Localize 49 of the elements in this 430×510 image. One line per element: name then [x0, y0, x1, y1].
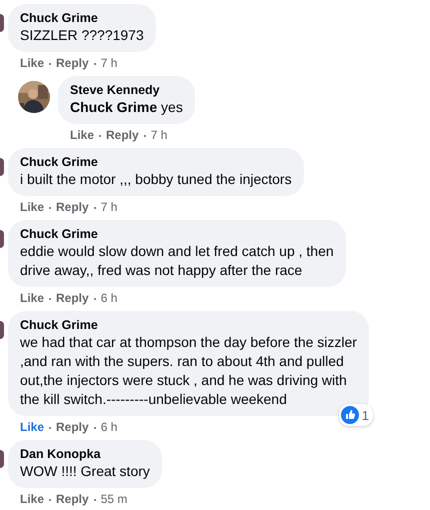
timestamp: 6 h: [100, 420, 118, 435]
reply-link[interactable]: Reply: [56, 291, 89, 306]
author-name[interactable]: Chuck Grime: [20, 10, 144, 26]
timestamp: 7 h: [150, 128, 168, 143]
avatar[interactable]: [0, 450, 4, 468]
comment-text: eddie would slow down and let fred catch up , then drive away,, fred was not happy after the race: [20, 242, 334, 280]
reply-link[interactable]: Reply: [56, 492, 89, 507]
like-link[interactable]: Like: [20, 200, 44, 215]
avatar[interactable]: [0, 321, 4, 339]
separator-dot: [94, 298, 96, 300]
separator-dot: [49, 298, 52, 300]
separator-dot: [49, 62, 52, 64]
timestamp: 55 m: [100, 492, 128, 507]
comment-text: SIZZLER ????1973: [20, 26, 144, 45]
reply-link[interactable]: Reply: [56, 200, 89, 215]
separator-dot: [99, 134, 102, 136]
author-name[interactable]: Steve Kennedy: [70, 82, 183, 98]
reaction-badge[interactable]: 1: [338, 404, 373, 426]
author-name[interactable]: Chuck Grime: [20, 226, 334, 242]
author-name[interactable]: Chuck Grime: [20, 154, 292, 170]
comment-text: i built the motor ,,, bobby tuned the injectors: [20, 170, 292, 189]
avatar[interactable]: [0, 14, 4, 32]
separator-dot: [49, 426, 52, 428]
reaction-count: 1: [362, 408, 369, 422]
comment-text: Chuck Grime yes: [70, 98, 183, 117]
like-link[interactable]: Like: [70, 128, 94, 143]
timestamp: 7 h: [100, 56, 118, 71]
avatar[interactable]: [0, 158, 4, 176]
like-link[interactable]: Like: [20, 420, 44, 435]
reply-link[interactable]: Reply: [106, 128, 139, 143]
like-link[interactable]: Like: [20, 492, 44, 507]
thumbs-up-icon: [340, 406, 359, 424]
separator-dot: [94, 62, 96, 64]
timestamp: 6 h: [100, 291, 118, 306]
separator-dot: [144, 134, 146, 136]
like-link[interactable]: Like: [20, 56, 44, 71]
like-link[interactable]: Like: [20, 291, 44, 306]
separator-dot: [94, 206, 96, 208]
reply-link[interactable]: Reply: [56, 56, 89, 71]
avatar[interactable]: [0, 230, 4, 248]
separator-dot: [49, 206, 52, 208]
separator-dot: [94, 498, 96, 500]
comment-text: WOW !!!! Great story: [20, 462, 150, 481]
reply-link[interactable]: Reply: [56, 420, 89, 435]
author-name[interactable]: Dan Konopka: [20, 446, 150, 462]
separator-dot: [94, 426, 96, 428]
timestamp: 7 h: [100, 200, 118, 215]
separator-dot: [49, 498, 52, 500]
author-name[interactable]: Chuck Grime: [20, 317, 357, 333]
